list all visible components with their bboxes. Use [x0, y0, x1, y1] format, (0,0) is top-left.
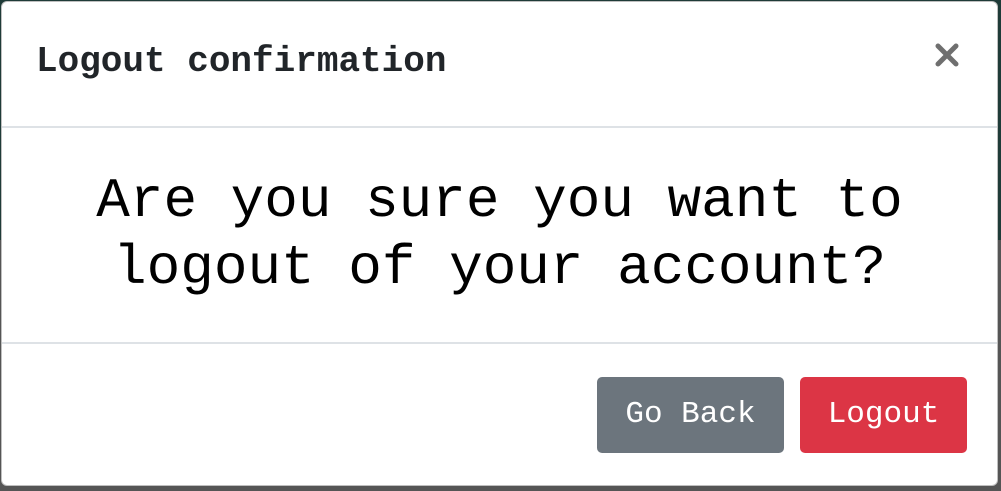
go-back-button[interactable]: Go Back: [597, 377, 784, 453]
close-icon: [934, 42, 960, 68]
close-button[interactable]: [927, 30, 967, 80]
logout-button[interactable]: Logout: [800, 377, 967, 453]
confirmation-message: Are you sure you want to logout of your …: [96, 169, 903, 300]
dialog-title: Logout confirmation: [36, 41, 447, 82]
logout-confirmation-dialog: Logout confirmation Are you sure you wan…: [1, 1, 998, 486]
dialog-footer: Go Back Logout: [2, 344, 997, 485]
dialog-header: Logout confirmation: [2, 2, 997, 128]
dialog-body: Are you sure you want to logout of your …: [2, 128, 997, 344]
